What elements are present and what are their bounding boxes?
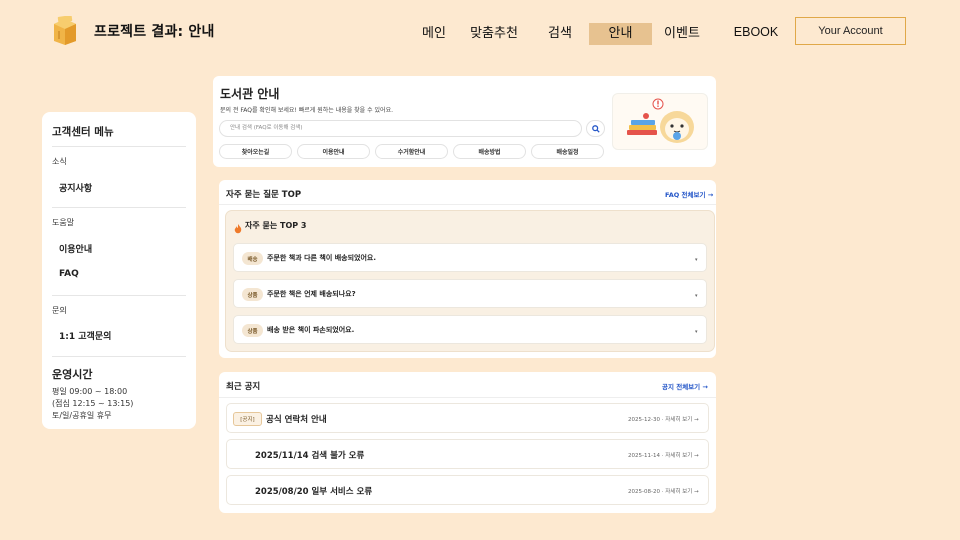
search-input[interactable]: 안내 검색 (FAQ로 이동해 검색) xyxy=(219,120,582,137)
chevron-down-icon: ▾ xyxy=(695,257,698,263)
mascot-illustration xyxy=(612,93,708,150)
faq-question: 주문한 책과 다른 책이 배송되었어요. xyxy=(267,254,377,262)
quick-link-dropbox[interactable]: 수거함안내 xyxy=(375,144,448,159)
faq-category-badge: 배송 xyxy=(242,252,263,265)
notice-row[interactable]: 2025/08/20 일부 서비스 오류 2025-08-20 · 자세히 보기… xyxy=(226,475,709,505)
nav-main[interactable]: 메인 xyxy=(418,22,450,41)
notice-row[interactable]: [공지] 공식 연락처 안내 2025-12-30 · 자세히 보기 → xyxy=(226,403,709,433)
faq-question: 배송 받은 책이 파손되었어요. xyxy=(267,326,355,334)
notice-meta: 2025-12-30 · 자세히 보기 → xyxy=(628,417,699,423)
divider xyxy=(52,146,186,147)
library-info-card: 도서관 안내 문의 전 FAQ를 확인해 보세요! 빠르게 원하는 내용을 찾을… xyxy=(213,76,716,167)
notice-title: 2025/08/20 일부 서비스 오류 xyxy=(255,487,373,497)
sidebar: 고객센터 메뉴 소식 공지사항 도움말 이용안내 FAQ 문의 1:1 고객문의… xyxy=(42,112,196,429)
nav-guide[interactable]: 안내 xyxy=(589,23,652,45)
faq-section: 자주 묻는 질문 TOP FAQ 전체보기 → 자주 묻는 TOP 3 배송 주… xyxy=(219,180,716,358)
notices-title: 최근 공지 xyxy=(226,382,261,392)
account-button[interactable]: Your Account xyxy=(795,17,906,45)
notice-row[interactable]: 2025/11/14 검색 불가 오류 2025-11-14 · 자세히 보기 … xyxy=(226,439,709,469)
quick-link-shipping-schedule[interactable]: 배송일정 xyxy=(531,144,604,159)
notice-meta: 2025-11-14 · 자세히 보기 → xyxy=(628,453,699,459)
divider xyxy=(219,204,716,205)
magnifier-icon xyxy=(591,124,600,133)
faq-item[interactable]: 상품 주문한 책은 언제 배송되나요? ▾ xyxy=(233,279,707,308)
hours-line: 평일 09:00 ~ 18:00 xyxy=(52,387,128,396)
faq-question: 주문한 책은 언제 배송되나요? xyxy=(267,290,356,298)
sidebar-section-inquiry: 문의 xyxy=(52,306,67,315)
hours-title: 운영시간 xyxy=(52,368,93,381)
chevron-down-icon: ▾ xyxy=(695,293,698,299)
quick-link-directions[interactable]: 찾아오는길 xyxy=(219,144,292,159)
nav-recommend[interactable]: 맞춤추천 xyxy=(467,22,521,41)
nav-search[interactable]: 검색 xyxy=(542,22,578,41)
divider xyxy=(52,356,186,357)
quick-link-usage[interactable]: 이용안내 xyxy=(297,144,370,159)
recent-notices-section: 최근 공지 공지 전체보기 → [공지] 공식 연락처 안내 2025-12-3… xyxy=(219,372,716,513)
sidebar-item-usage[interactable]: 이용안내 xyxy=(59,242,92,255)
chevron-down-icon: ▾ xyxy=(695,329,698,335)
sidebar-section-news: 소식 xyxy=(52,157,67,166)
sidebar-title: 고객센터 메뉴 xyxy=(52,126,114,138)
notice-badge: [공지] xyxy=(233,412,262,426)
nav-events[interactable]: 이벤트 xyxy=(660,22,704,41)
hours-line: 토/일/공휴일 휴무 xyxy=(52,411,112,420)
faq-section-title: 자주 묻는 질문 TOP xyxy=(226,190,302,200)
notice-title: 공식 연락처 안내 xyxy=(266,415,327,425)
faq-item[interactable]: 배송 주문한 책과 다른 책이 배송되었어요. ▾ xyxy=(233,243,707,272)
faq-view-all-link[interactable]: FAQ 전체보기 → xyxy=(665,189,713,199)
sidebar-item-notices[interactable]: 공지사항 xyxy=(59,181,92,194)
quick-link-shipping-method[interactable]: 배송방법 xyxy=(453,144,526,159)
faq-item[interactable]: 상품 배송 받은 책이 파손되었어요. ▾ xyxy=(233,315,707,344)
sidebar-item-faq[interactable]: FAQ xyxy=(59,269,79,279)
divider xyxy=(219,397,716,398)
fire-icon xyxy=(234,219,242,238)
faq-top3-title: 자주 묻는 TOP 3 xyxy=(245,221,307,230)
search-button[interactable] xyxy=(586,120,605,137)
notice-meta: 2025-08-20 · 자세히 보기 → xyxy=(628,489,699,495)
logo-icon[interactable] xyxy=(52,15,78,46)
notices-view-all-link[interactable]: 공지 전체보기 → xyxy=(662,381,708,391)
faq-category-badge: 상품 xyxy=(242,288,263,301)
faq-top3-box: 자주 묻는 TOP 3 배송 주문한 책과 다른 책이 배송되었어요. ▾ 상품… xyxy=(225,210,715,352)
sidebar-section-help: 도움말 xyxy=(52,218,75,227)
hours-line: (점심 12:15 ~ 13:15) xyxy=(52,399,134,408)
faq-category-badge: 상품 xyxy=(242,324,263,337)
info-title: 도서관 안내 xyxy=(220,87,280,101)
divider xyxy=(52,295,186,296)
info-subtitle: 문의 전 FAQ를 확인해 보세요! 빠르게 원하는 내용을 찾을 수 있어요. xyxy=(220,107,394,114)
brand-title: 프로젝트 결과: 안내 xyxy=(94,24,215,40)
notice-title: 2025/11/14 검색 불가 오류 xyxy=(255,451,365,461)
nav-ebook[interactable]: EBOOK xyxy=(731,25,781,39)
sidebar-item-1to1[interactable]: 1:1 고객문의 xyxy=(59,329,111,342)
divider xyxy=(52,207,186,208)
